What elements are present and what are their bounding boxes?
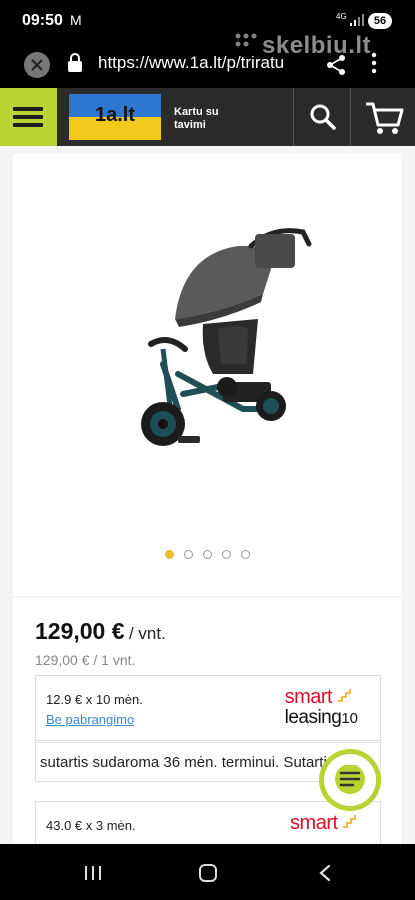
watermark-icon (235, 33, 257, 47)
leasing-option[interactable]: 43.0 € x 3 mėn. smart (35, 801, 381, 844)
ticker-text: sutartis sudaroma 36 mėn. terminui. Suta… (40, 754, 335, 771)
watermark-text: skelbiu.lt (262, 32, 372, 59)
recent-apps-icon[interactable] (84, 864, 102, 882)
carousel-dot[interactable] (240, 550, 250, 559)
status-time: 09:50 (22, 12, 63, 29)
menu-icon (13, 107, 43, 111)
product-image-card (13, 154, 401, 596)
close-tab-button[interactable] (24, 52, 50, 78)
site-header: 1a.lt Kartu su tavimi (0, 88, 415, 146)
back-icon[interactable] (318, 864, 332, 882)
smart-leasing-logo: smart (290, 812, 358, 835)
chat-button[interactable] (319, 749, 381, 811)
stairs-icon (343, 815, 356, 828)
carousel-dot[interactable] (221, 550, 231, 559)
site-slogan: Kartu su tavimi (174, 106, 219, 131)
search-icon (310, 104, 336, 130)
menu-button[interactable] (0, 88, 57, 146)
signal-icon (350, 14, 364, 26)
image-carousel-dots (13, 546, 401, 564)
smart-leasing-line: leasing (284, 707, 342, 728)
smart-leasing-logo: smart leasing10 (285, 686, 358, 728)
price-row: 129,00 € / vnt. (35, 618, 166, 645)
network-type: 4G (336, 12, 347, 21)
smart-leasing-word: smart (290, 812, 338, 834)
logo-text: 1a.lt (94, 104, 136, 126)
close-icon (31, 59, 43, 71)
page-content: 129,00 € / vnt. 129,00 € / 1 vnt. 12.9 €… (0, 146, 415, 844)
more-options-icon[interactable] (371, 52, 377, 74)
battery-indicator: 56 (368, 13, 392, 29)
smart-leasing-number: 10 (341, 710, 358, 727)
leasing-option[interactable]: 12.9 € x 10 mėn. Be pabrangimo smart lea… (35, 675, 381, 741)
carousel-dot[interactable] (202, 550, 212, 559)
product-price: 129,00 € (35, 618, 125, 644)
chat-lines-icon (335, 765, 365, 794)
home-icon[interactable] (198, 863, 218, 883)
cart-icon (366, 102, 404, 134)
search-button[interactable] (293, 88, 350, 146)
site-logo[interactable]: 1a.lt (69, 94, 161, 140)
gmail-icon: M (70, 12, 82, 28)
leasing-link[interactable]: Be pabrangimo (46, 712, 134, 727)
carousel-dot[interactable] (183, 550, 193, 559)
cart-button[interactable] (350, 88, 415, 146)
leasing-amount: 12.9 € x 10 mėn. (46, 692, 143, 707)
unit-price: 129,00 € / 1 vnt. (35, 652, 136, 668)
lock-icon (68, 53, 82, 72)
carousel-dot[interactable] (164, 550, 174, 559)
android-nav-bar (0, 844, 415, 900)
stairs-icon (337, 689, 351, 702)
leasing-amount: 43.0 € x 3 mėn. (46, 818, 136, 833)
price-unit: / vnt. (128, 624, 166, 643)
tricycle-image[interactable] (123, 224, 313, 454)
smart-leasing-word: smart (284, 686, 333, 708)
